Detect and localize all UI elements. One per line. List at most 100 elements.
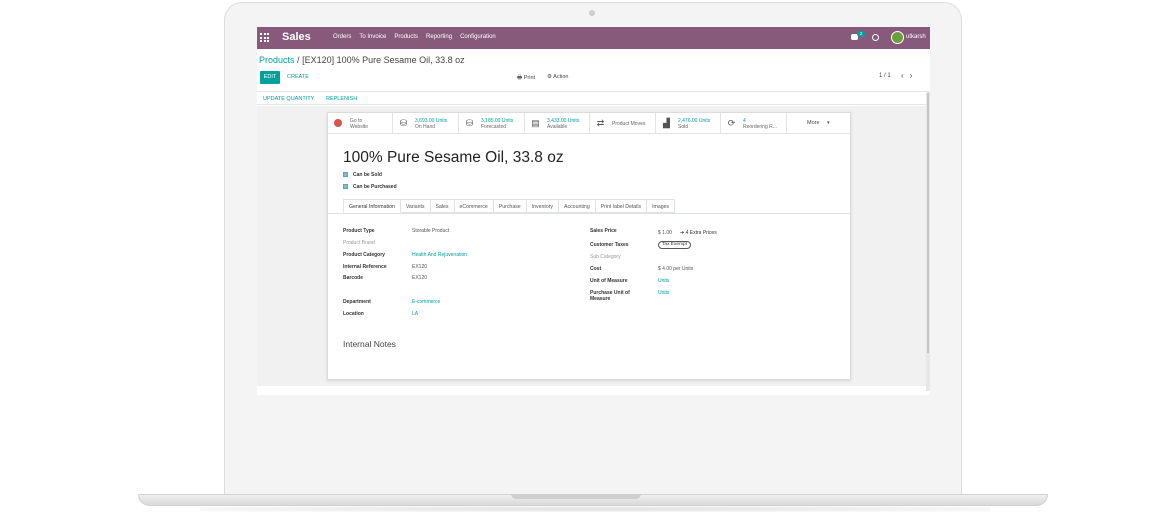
smart-button-text: 3,693.00 Units On Hand: [415, 118, 447, 130]
smart-button-reordering[interactable]: ⟳ 4 Reordering R...: [721, 113, 787, 134]
tab-accounting[interactable]: Accounting: [559, 199, 596, 213]
smart-button-text: 3,185.00 Units Forecasted: [481, 118, 513, 130]
menu-reporting[interactable]: Reporting: [426, 34, 452, 40]
main-menu: Orders To Invoice Products Reporting Con…: [333, 34, 496, 40]
smart-button-on-hand[interactable]: ⛁ 3,693.00 Units On Hand: [393, 113, 459, 134]
smart-label: Forecasted: [481, 124, 507, 130]
product-name[interactable]: 100% Pure Sesame Oil, 33.8 oz: [343, 149, 564, 167]
breadcrumb: Products / [EX120] 100% Pure Sesame Oil,…: [259, 55, 465, 65]
create-button[interactable]: CREATE: [287, 71, 309, 84]
can-be-purchased-checkbox[interactable]: [343, 184, 348, 189]
smart-button-product-moves[interactable]: ⇄ Product Moves: [590, 113, 656, 134]
sales-price-label: Sales Price: [590, 228, 617, 234]
laptop-mockup: Sales Orders To Invoice Products Reporti…: [0, 0, 1150, 515]
smart-button-text: Go to Website: [350, 118, 368, 130]
cost-field[interactable]: $ 4.00 per Units: [658, 266, 693, 272]
smart-button-text: 2,476.00 Units Sold: [678, 118, 710, 130]
form-statusbar: UPDATE QUANTITY REPLENISH: [257, 91, 930, 105]
caret-down-icon: ▾: [827, 120, 830, 126]
print-icon: 🖶: [517, 75, 524, 81]
form-sheet: Go to Website ⛁ 3,693.00 Units On Hand ⛁ 3…: [327, 112, 851, 380]
action-button[interactable]: ⚙ Action: [547, 74, 568, 80]
internal-reference-field[interactable]: EX120: [412, 264, 427, 270]
tab-purchase[interactable]: Purchase: [493, 199, 527, 213]
edit-button[interactable]: EDIT: [260, 71, 280, 84]
smart-label: Website: [350, 124, 368, 130]
location-field[interactable]: LA: [412, 311, 418, 317]
tab-images[interactable]: Images: [647, 199, 676, 213]
chat-badge: 2: [857, 31, 865, 37]
department-field[interactable]: E-commerce: [412, 299, 440, 305]
smart-label: Reordering R...: [743, 124, 777, 130]
tax-exempt-tag[interactable]: Tax Exempt: [658, 241, 692, 249]
smart-button-website[interactable]: Go to Website: [328, 113, 393, 134]
purchase-uom-field[interactable]: Units: [658, 290, 669, 296]
chevron-left-icon[interactable]: ‹: [901, 71, 910, 80]
replenish-button[interactable]: REPLENISH: [326, 96, 357, 102]
app-screen: Sales Orders To Invoice Products Reporti…: [257, 27, 930, 470]
can-be-sold-label: Can be Sold: [353, 172, 382, 178]
globe-icon: [334, 119, 342, 127]
can-be-sold-checkbox[interactable]: [343, 172, 348, 177]
menu-products[interactable]: Products: [394, 34, 418, 40]
bar-chart-icon: ▟: [663, 118, 670, 128]
purchase-uom-label: Purchase Unit of Measure: [590, 290, 630, 302]
document-icon: ▤: [531, 118, 540, 128]
smart-label: Available: [547, 124, 568, 130]
internal-reference-label: Internal Reference: [343, 264, 387, 270]
tab-ecommerce[interactable]: eCommerce: [454, 199, 494, 213]
apps-grid-icon[interactable]: [260, 33, 269, 42]
exchange-icon: ⇄: [596, 118, 605, 128]
cost-label: Cost: [590, 266, 602, 272]
customer-taxes-label: Customer Taxes: [590, 242, 629, 248]
update-quantity-button[interactable]: UPDATE QUANTITY: [263, 96, 314, 102]
smart-button-forecasted[interactable]: ⛁ 3,185.00 Units Forecasted: [459, 113, 525, 134]
tab-sales[interactable]: Sales: [430, 199, 455, 213]
more-button[interactable]: More ▾: [787, 113, 850, 134]
smart-button-available[interactable]: ▤ 3,433.00 Units Available: [525, 113, 590, 134]
tab-general-information[interactable]: General Information: [343, 199, 401, 213]
smart-label: On Hand: [415, 124, 436, 130]
app-title[interactable]: Sales: [282, 31, 311, 43]
product-category-field[interactable]: Health And Rejuvenation: [412, 252, 467, 258]
cubes-icon: ⛁: [399, 118, 408, 128]
internal-notes-heading: Internal Notes: [343, 339, 396, 349]
pager-value[interactable]: 1 / 1: [879, 73, 891, 79]
barcode-label: Barcode: [343, 275, 364, 281]
top-navbar: Sales Orders To Invoice Products Reporti…: [257, 27, 930, 49]
uom-field[interactable]: Units: [658, 278, 669, 284]
tab-variants[interactable]: Variants: [400, 199, 431, 213]
lower-background: [257, 395, 930, 470]
breadcrumb-products[interactable]: Products: [259, 55, 295, 65]
smart-button-text: 3,433.00 Units Available: [547, 118, 579, 130]
barcode-field[interactable]: EX120: [412, 275, 427, 281]
laptop-notch: [511, 494, 641, 499]
product-type-label: Product Type: [343, 228, 375, 234]
camera-dot: [589, 10, 595, 16]
smart-button-sold[interactable]: ▟ 2,476.00 Units Sold: [656, 113, 721, 134]
scrollbar[interactable]: [926, 91, 930, 391]
pager-nav: ‹›: [901, 71, 918, 80]
user-name[interactable]: utkarsh: [906, 34, 926, 40]
sales-price-field[interactable]: $ 1.00: [658, 230, 672, 236]
activity-clock-icon[interactable]: [872, 34, 879, 41]
tab-print-label-details[interactable]: Print label Details: [595, 199, 648, 213]
breadcrumb-separator: /: [297, 55, 300, 65]
menu-to-invoice[interactable]: To Invoice: [359, 34, 386, 40]
location-label: Location: [343, 311, 364, 317]
user-avatar[interactable]: [891, 31, 904, 44]
chevron-right-icon[interactable]: ›: [910, 71, 919, 80]
extra-prices-link[interactable]: ➔ 4 Extra Prices: [680, 230, 717, 236]
print-label: Print: [523, 75, 536, 81]
product-type-field[interactable]: Storable Product: [412, 228, 449, 234]
menu-orders[interactable]: Orders: [333, 34, 351, 40]
notebook-tabs: General Information Variants Sales eComm…: [343, 199, 676, 213]
product-brand-label: Product Brand: [343, 240, 375, 246]
breadcrumb-current: [EX120] 100% Pure Sesame Oil, 33.8 oz: [302, 55, 465, 65]
uom-label: Unit of Measure: [590, 278, 628, 284]
tab-inventory[interactable]: Inventory: [526, 199, 560, 213]
print-button[interactable]: 🖶 Print: [517, 74, 535, 83]
menu-configuration[interactable]: Configuration: [460, 34, 496, 40]
sub-category-label: Sub Category: [590, 254, 621, 260]
department-label: Department: [343, 299, 371, 305]
